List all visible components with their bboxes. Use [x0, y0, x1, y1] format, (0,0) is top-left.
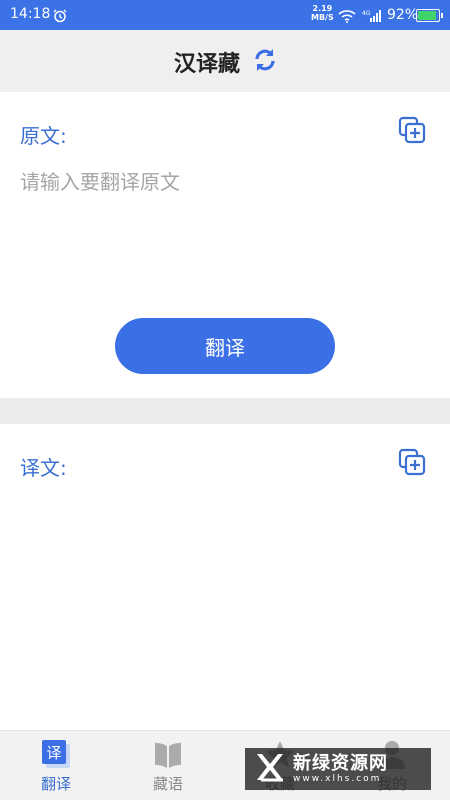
- battery-percent: 92%: [387, 7, 419, 23]
- watermark-text-cn: 新绿资源网: [293, 752, 388, 774]
- result-section: 译文:: [0, 424, 450, 730]
- svg-text:译: 译: [46, 744, 61, 762]
- battery-icon: [416, 9, 443, 22]
- result-label: 译文:: [20, 456, 67, 480]
- nav-item-tibetan[interactable]: 藏语: [112, 731, 224, 800]
- alarm-icon: [53, 8, 67, 27]
- translate-icon: 译: [40, 739, 72, 775]
- watermark: 新绿资源网 www.xlhs.com: [245, 748, 431, 790]
- nav-label-translate: 翻译: [40, 775, 71, 793]
- net-speed: 2.19 MB/S: [311, 4, 334, 22]
- refresh-icon[interactable]: [252, 47, 278, 77]
- translate-button[interactable]: 翻译: [115, 318, 335, 374]
- nav-label-tibetan: 藏语: [152, 775, 183, 793]
- header: 汉译藏: [0, 30, 450, 92]
- source-section: 原文: 翻译: [0, 92, 450, 398]
- battery-tip: [441, 13, 443, 18]
- nav-item-translate[interactable]: 译 翻译: [0, 731, 112, 800]
- watermark-text-en: www.xlhs.com: [293, 773, 382, 784]
- net-speed-value: 2.19: [312, 4, 333, 13]
- watermark-logo-icon: [253, 750, 287, 788]
- book-icon: [152, 739, 184, 775]
- copy-result-icon[interactable]: [398, 448, 426, 480]
- watermark-text: 新绿资源网 www.xlhs.com: [293, 752, 388, 785]
- signal-icon: 4G: [362, 8, 382, 27]
- source-input[interactable]: [20, 166, 430, 316]
- battery-fill: [418, 11, 437, 20]
- status-time: 14:18: [10, 6, 51, 22]
- status-bar: 14:18 2.19 MB/S 4G 92%: [0, 0, 450, 30]
- copy-source-icon[interactable]: [398, 116, 426, 148]
- signal-label: 4G: [362, 10, 371, 17]
- page-title: 汉译藏: [174, 52, 241, 77]
- wifi-icon: [338, 8, 356, 27]
- source-label: 原文:: [20, 124, 67, 148]
- section-divider: [0, 398, 450, 424]
- net-speed-unit: MB/S: [311, 13, 334, 22]
